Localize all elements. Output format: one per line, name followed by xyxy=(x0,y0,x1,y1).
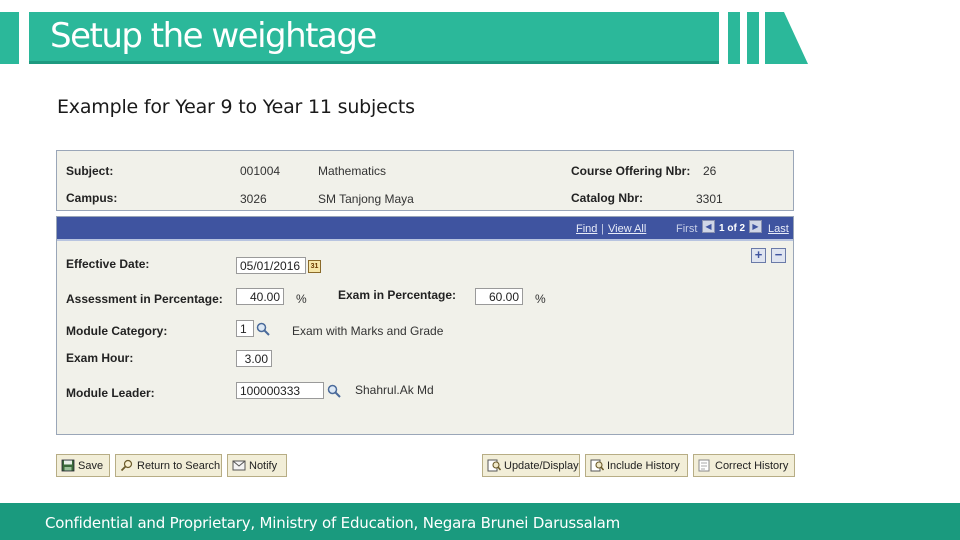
correct-history-button[interactable]: Correct History xyxy=(693,454,795,477)
correct-history-icon xyxy=(698,459,710,472)
update-display-button[interactable]: Update/Display xyxy=(482,454,580,477)
effective-date-input[interactable]: 05/01/2016 xyxy=(236,257,306,274)
calendar-icon[interactable]: 31 xyxy=(308,260,321,273)
campus-name: SM Tanjong Maya xyxy=(318,192,414,206)
previous-arrow-icon[interactable]: ◀ xyxy=(702,220,715,233)
slide-subtitle: Example for Year 9 to Year 11 subjects xyxy=(57,96,415,118)
slide-title: Setup the weightage xyxy=(50,16,377,56)
exam-percentage-label: Exam in Percentage: xyxy=(338,288,457,302)
update-display-icon xyxy=(487,459,501,472)
module-category-input[interactable]: 1 xyxy=(236,320,254,337)
catalog-value: 3301 xyxy=(696,192,723,206)
banner-accent-left xyxy=(0,12,19,64)
add-row-button[interactable]: + xyxy=(751,248,766,263)
nav-separator: | xyxy=(601,223,604,235)
include-history-label: Include History xyxy=(607,459,680,472)
module-leader-label: Module Leader: xyxy=(66,386,155,400)
exam-percent-sign: % xyxy=(535,292,546,306)
course-header-panel: Subject: 001004 Mathematics Course Offer… xyxy=(56,150,794,211)
search-back-icon xyxy=(120,459,133,472)
exam-hour-label: Exam Hour: xyxy=(66,351,134,365)
notify-button[interactable]: Notify xyxy=(227,454,287,477)
assessment-percentage-input[interactable]: 40.00 xyxy=(236,288,284,305)
effective-date-label: Effective Date: xyxy=(66,257,150,271)
lookup-search-icon[interactable] xyxy=(327,384,341,398)
catalog-label: Catalog Nbr: xyxy=(571,191,643,205)
exam-hour-input[interactable]: 3.00 xyxy=(236,350,272,367)
return-to-search-label: Return to Search xyxy=(137,459,221,472)
module-leader-input[interactable]: 100000333 xyxy=(236,382,324,399)
grid-bar-underline xyxy=(57,239,793,241)
save-icon xyxy=(61,459,75,472)
correct-history-label: Correct History xyxy=(715,459,789,472)
course-offering-value: 26 xyxy=(703,164,717,178)
save-button[interactable]: Save xyxy=(56,454,110,477)
module-category-description: Exam with Marks and Grade xyxy=(292,324,444,338)
course-offering-label: Course Offering Nbr: xyxy=(571,164,691,178)
campus-label: Campus: xyxy=(66,191,118,205)
subject-code: 001004 xyxy=(240,164,281,178)
notify-icon xyxy=(232,460,246,471)
exam-percentage-input[interactable]: 60.00 xyxy=(475,288,523,305)
weightage-grid-panel: Find | View All First ◀ 1 of 2 ▶ Last + … xyxy=(56,216,794,435)
footer-text: Confidential and Proprietary, Ministry o… xyxy=(45,514,621,532)
notify-label: Notify xyxy=(249,459,278,472)
next-arrow-icon[interactable]: ▶ xyxy=(749,220,762,233)
campus-code: 3026 xyxy=(240,192,267,206)
delete-row-button[interactable]: − xyxy=(771,248,786,263)
save-button-label: Save xyxy=(78,459,104,472)
module-leader-name: Shahrul.Ak Md xyxy=(355,383,434,397)
include-history-icon xyxy=(590,459,604,472)
subject-label: Subject: xyxy=(66,164,114,178)
first-link[interactable]: First xyxy=(676,223,697,235)
update-display-label: Update/Display xyxy=(504,459,579,472)
find-link[interactable]: Find xyxy=(576,223,597,235)
module-category-label: Module Category: xyxy=(66,324,168,338)
include-history-button[interactable]: Include History xyxy=(585,454,688,477)
row-position: 1 of 2 xyxy=(719,223,746,234)
banner-decoration xyxy=(728,12,808,64)
return-to-search-button[interactable]: Return to Search xyxy=(115,454,222,477)
lookup-search-icon[interactable] xyxy=(256,322,270,336)
subject-name: Mathematics xyxy=(318,164,387,178)
last-link[interactable]: Last xyxy=(768,223,789,235)
view-all-link[interactable]: View All xyxy=(608,223,646,235)
grid-navigation-bar: Find | View All First ◀ 1 of 2 ▶ Last xyxy=(57,217,793,239)
assessment-percent-sign: % xyxy=(296,292,307,306)
assessment-percentage-label: Assessment in Percentage: xyxy=(66,292,223,306)
